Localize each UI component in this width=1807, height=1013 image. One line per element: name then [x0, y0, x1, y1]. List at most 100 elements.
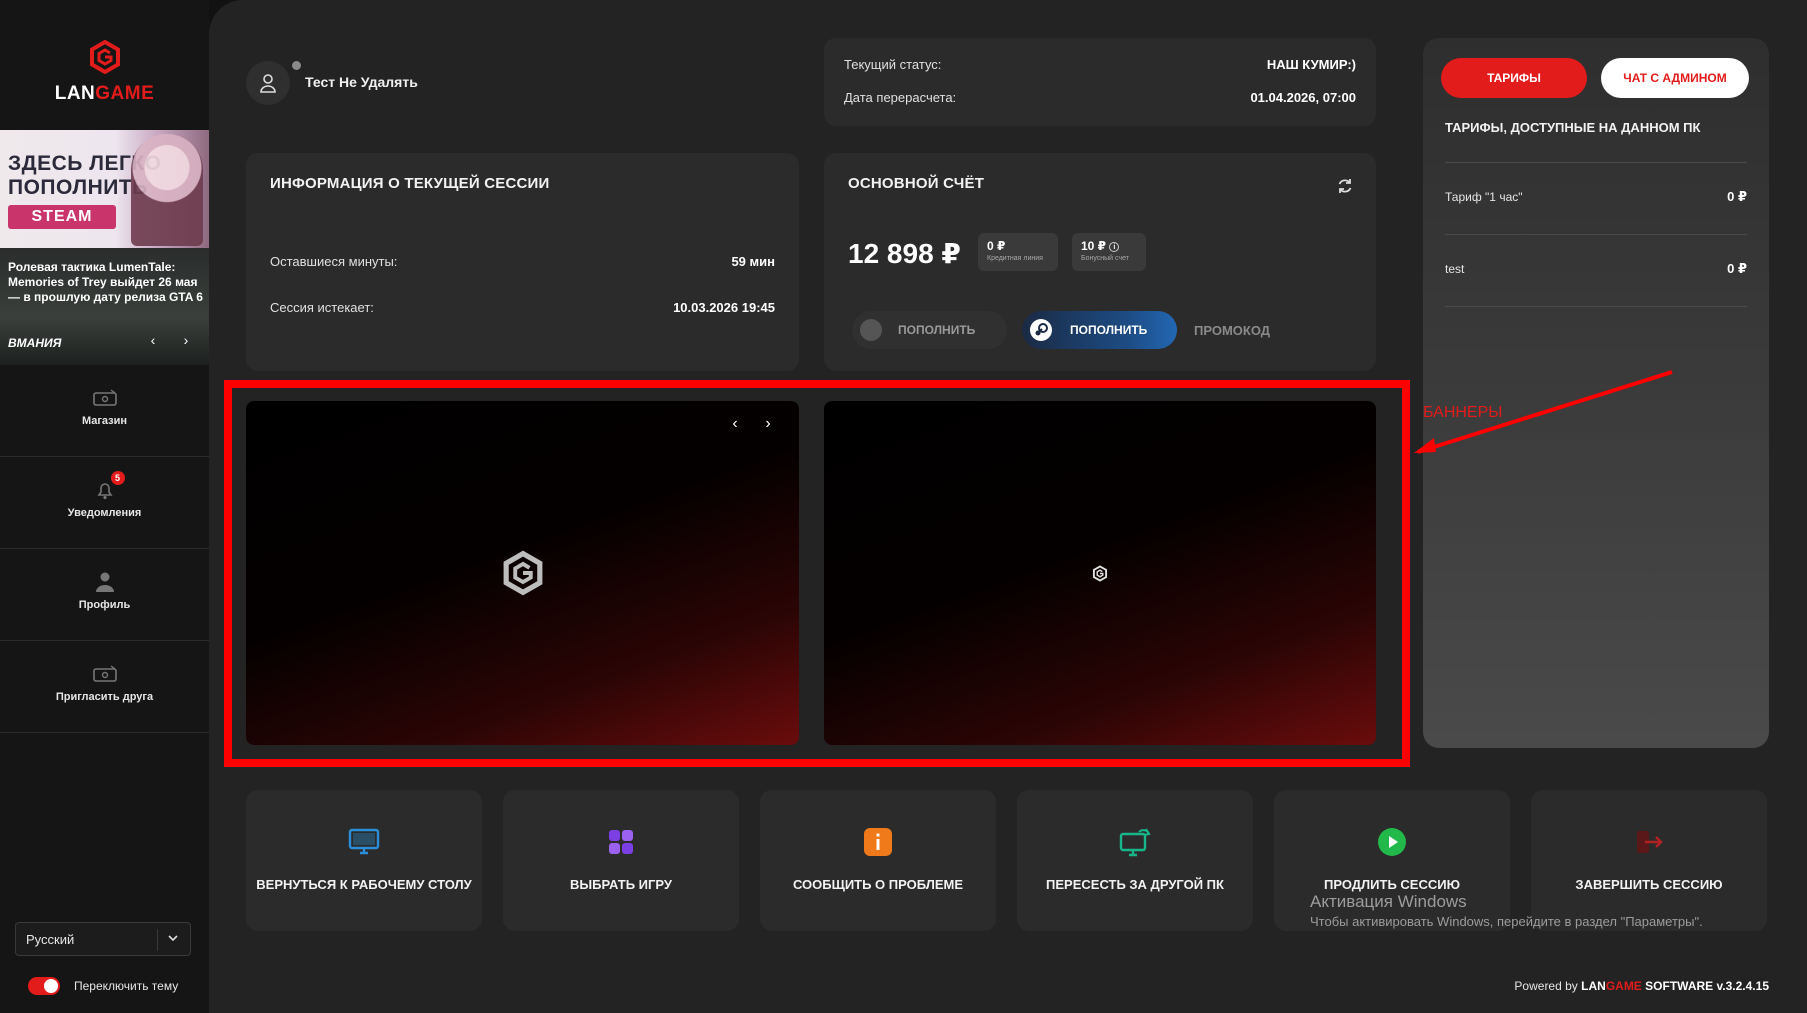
- logo-game: GAME: [95, 83, 155, 104]
- tariff-row[interactable]: test 0 ₽: [1445, 234, 1747, 306]
- grid-icon: [609, 830, 633, 854]
- logo-lan: LAN: [54, 83, 96, 104]
- tariff-name: test: [1445, 262, 1465, 276]
- user-icon: [91, 571, 119, 593]
- sidebar-item-invite-friend[interactable]: Пригласить друга: [0, 641, 209, 733]
- status-recalc-value: 01.04.2026, 07:00: [1250, 90, 1356, 105]
- langame-logo-icon: [89, 39, 120, 75]
- online-status-dot: [290, 59, 303, 72]
- switch-pc-button[interactable]: ПЕРЕСЕСТЬ ЗА ДРУГОЙ ПК: [1017, 790, 1253, 931]
- session-expires-row: Сессия истекает: 10.03.2026 19:45: [270, 300, 775, 315]
- session-remaining-row: Оставшиеся минуты: 59 мин: [270, 254, 775, 269]
- info-icon: [864, 828, 892, 856]
- promo-news[interactable]: Ролевая тактика LumenTale: Memories of T…: [0, 248, 209, 365]
- session-info-card: ИНФОРМАЦИЯ О ТЕКУЩЕЙ СЕССИИ Оставшиеся м…: [246, 153, 799, 371]
- topup-steam-button[interactable]: ПОПОЛНИТЬ: [1022, 311, 1177, 349]
- session-title: ИНФОРМАЦИЯ О ТЕКУЩЕЙ СЕССИИ: [270, 175, 550, 192]
- sidebar-item-label: Уведомления: [67, 507, 142, 519]
- action-label: ВЫБРАТЬ ИГРУ: [570, 877, 672, 892]
- sidebar: LANGAME ЗДЕСЬ ЛЕГКО ПОПОЛНИТЬ STEAM Роле…: [0, 0, 209, 1013]
- language-value: Русский: [26, 932, 75, 947]
- chevron-left-icon[interactable]: ‹: [145, 332, 161, 348]
- tab-chat-admin[interactable]: ЧАТ С АДМИНОМ: [1601, 58, 1749, 98]
- gift-card-icon: [91, 387, 119, 409]
- notification-badge: 5: [110, 471, 125, 485]
- sidebar-item-shop[interactable]: Магазин: [0, 365, 209, 457]
- logo-text: LANGAME: [0, 83, 209, 105]
- end-session-button[interactable]: ЗАВЕРШИТЬ СЕССИЮ: [1531, 790, 1767, 931]
- monitor-icon: [348, 828, 380, 855]
- bonus-value-text: 10 ₽: [1081, 239, 1107, 253]
- status-current-row: Текущий статус: НАШ КУМИР:): [844, 57, 1356, 72]
- footer-game: GAME: [1605, 979, 1642, 993]
- promo-caption: Ролевая тактика LumenTale: Memories of T…: [8, 260, 203, 304]
- session-remaining-label: Оставшиеся минуты:: [270, 254, 398, 269]
- user-name: Тест Не Удалять: [305, 74, 418, 90]
- divider: [1445, 306, 1747, 307]
- promo-carousel[interactable]: ЗДЕСЬ ЛЕГКО ПОПОЛНИТЬ STEAM Ролевая такт…: [0, 130, 209, 365]
- action-label: ВЕРНУТЬСЯ К РАБОЧЕМУ СТОЛУ: [256, 877, 472, 892]
- select-divider: [157, 929, 158, 951]
- theme-toggle-label: Переключить тему: [74, 979, 179, 993]
- chevron-down-icon: [168, 935, 178, 942]
- account-balance: 12 898 ₽: [848, 238, 961, 269]
- tariff-name: Тариф "1 час": [1445, 190, 1523, 204]
- credit-line-value: 0 ₽: [987, 239, 1006, 253]
- theme-toggle[interactable]: [28, 977, 60, 995]
- sidebar-item-label: Пригласить друга: [55, 691, 154, 703]
- sidebar-item-notifications[interactable]: 5 Уведомления: [0, 457, 209, 549]
- wallet-icon: [860, 319, 882, 341]
- user-outline-icon: [260, 74, 276, 93]
- action-label: ПЕРЕСЕСТЬ ЗА ДРУГОЙ ПК: [1046, 877, 1224, 892]
- promo-character-image: [131, 134, 203, 246]
- report-problem-button[interactable]: СООБЩИТЬ О ПРОБЛЕМЕ: [760, 790, 996, 931]
- account-title: ОСНОВНОЙ СЧЁТ: [848, 175, 985, 192]
- promo-steam-label: STEAM: [8, 205, 116, 229]
- gift-card-icon: [91, 663, 119, 685]
- session-expires-label: Сессия истекает:: [270, 300, 374, 315]
- powered-by: Powered by LANGAME SOFTWARE v.3.2.4.15: [1514, 979, 1769, 993]
- promo-brand: ВМАНИЯ: [8, 336, 62, 350]
- bonus-account-chip: 10 ₽ i Бонусный счет: [1072, 233, 1146, 271]
- tab-tariffs[interactable]: ТАРИФЫ: [1441, 58, 1587, 98]
- windows-activation-title: Активация Windows: [1310, 892, 1467, 911]
- powered-by-label: Powered by: [1514, 979, 1578, 993]
- tariffs-title: ТАРИФЫ, ДОСТУПНЫЕ НА ДАННОМ ПК: [1445, 120, 1701, 135]
- switch-pc-icon: [1119, 828, 1151, 857]
- sidebar-item-label: Магазин: [81, 415, 128, 427]
- action-label: ЗАВЕРШИТЬ СЕССИЮ: [1575, 877, 1723, 892]
- chevron-right-icon[interactable]: ›: [178, 332, 194, 348]
- footer-software: SOFTWARE: [1645, 979, 1714, 993]
- bonus-account-label: Бонусный счет: [1081, 255, 1129, 262]
- status-recalc-label: Дата перерасчета:: [844, 90, 957, 105]
- status-recalc-row: Дата перерасчета: 01.04.2026, 07:00: [844, 90, 1356, 105]
- banners-highlight-frame: [224, 380, 1410, 767]
- bell-icon: 5: [91, 471, 125, 501]
- toggle-knob: [44, 979, 58, 993]
- credit-line-label: Кредитная линия: [987, 255, 1043, 262]
- app-root: LANGAME ЗДЕСЬ ЛЕГКО ПОПОЛНИТЬ STEAM Роле…: [0, 0, 1807, 1013]
- status-card: Текущий статус: НАШ КУМИР:) Дата перерас…: [824, 38, 1376, 126]
- windows-activation-text: Чтобы активировать Windows, перейдите в …: [1310, 914, 1703, 929]
- topup-button[interactable]: ПОПОЛНИТЬ: [852, 311, 1007, 349]
- credit-line-chip: 0 ₽ Кредитная линия: [978, 233, 1058, 271]
- avatar[interactable]: [246, 61, 290, 105]
- promocode-button[interactable]: ПРОМОКОД: [1194, 323, 1270, 338]
- language-select[interactable]: Русский: [15, 922, 191, 956]
- sidebar-item-profile[interactable]: Профиль: [0, 549, 209, 641]
- back-to-desktop-button[interactable]: ВЕРНУТЬСЯ К РАБОЧЕМУ СТОЛУ: [246, 790, 482, 931]
- logout-icon: [1637, 831, 1663, 853]
- tariff-price: 0 ₽: [1727, 189, 1747, 204]
- logo[interactable]: LANGAME: [0, 39, 209, 105]
- session-remaining-value: 59 мин: [731, 254, 775, 269]
- action-label: СООБЩИТЬ О ПРОБЛЕМЕ: [792, 877, 964, 892]
- info-icon[interactable]: i: [1109, 242, 1120, 252]
- session-expires-value: 10.03.2026 19:45: [673, 300, 775, 315]
- choose-game-button[interactable]: ВЫБРАТЬ ИГРУ: [503, 790, 739, 931]
- promo-steam-banner[interactable]: ЗДЕСЬ ЛЕГКО ПОПОЛНИТЬ STEAM: [0, 130, 209, 248]
- topup-button-label: ПОПОЛНИТЬ: [898, 323, 976, 337]
- tariff-row[interactable]: Тариф "1 час" 0 ₽: [1445, 162, 1747, 234]
- tariff-price: 0 ₽: [1727, 261, 1747, 276]
- main-account-card: ОСНОВНОЙ СЧЁТ 12 898 ₽ 0 ₽ Кредитная лин…: [824, 153, 1376, 371]
- refresh-icon[interactable]: [1336, 177, 1354, 195]
